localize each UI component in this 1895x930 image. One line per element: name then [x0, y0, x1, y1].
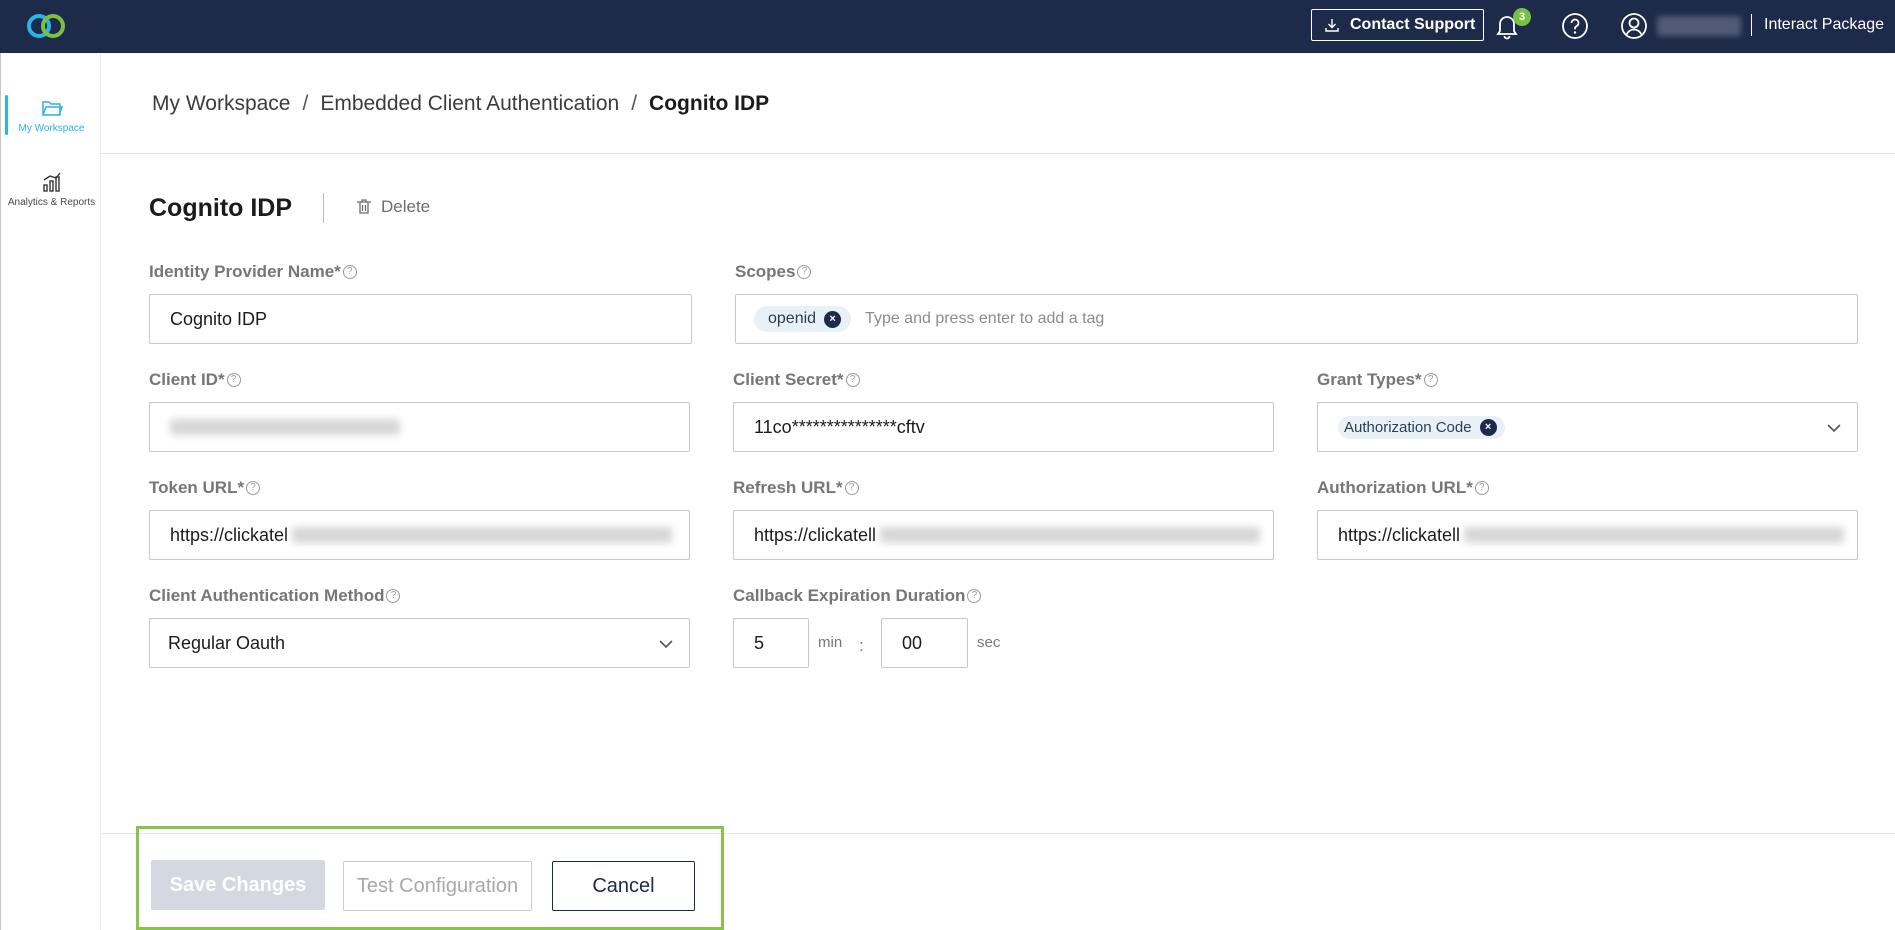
help-tooltip-icon[interactable]: ?: [226, 373, 241, 387]
grant-types-label: Grant Types*?: [1317, 370, 1438, 390]
refresh-url-redacted: [880, 527, 1261, 543]
client-secret-label: Client Secret*?: [733, 370, 860, 390]
help-tooltip-icon[interactable]: ?: [1423, 373, 1438, 387]
callback-expiration-label-text: Callback Expiration Duration: [733, 586, 966, 605]
callback-minutes-value: 5: [754, 632, 765, 653]
client-auth-method-label-text: Client Authentication Method: [149, 586, 385, 605]
folder-icon: [41, 101, 63, 116]
breadcrumb-item-embedded-auth[interactable]: Embedded Client Authentication: [320, 92, 619, 116]
help-tooltip-icon[interactable]: ?: [1474, 481, 1489, 495]
idp-name-value: Cognito IDP: [170, 308, 268, 329]
client-id-input[interactable]: [149, 402, 690, 452]
analytics-chart-icon: [42, 172, 61, 192]
cancel-button[interactable]: Cancel: [552, 861, 695, 911]
scopes-placeholder: Type and press enter to add a tag: [865, 310, 1105, 327]
scopes-label: Scopes?: [735, 262, 812, 282]
save-changes-button[interactable]: Save Changes: [151, 860, 325, 910]
help-tooltip-icon[interactable]: ?: [844, 481, 859, 495]
authorization-url-label-text: Authorization URL*: [1317, 478, 1473, 497]
client-auth-method-select[interactable]: Regular Oauth: [149, 618, 690, 668]
callback-seconds-input[interactable]: 00: [881, 618, 968, 668]
authorization-url-label: Authorization URL*?: [1317, 478, 1489, 498]
token-url-label-text: Token URL*: [149, 478, 245, 497]
user-avatar-icon[interactable]: [1620, 12, 1648, 40]
client-secret-value: 11co***************cftv: [754, 416, 925, 437]
package-label[interactable]: Interact Package: [1764, 16, 1884, 34]
remove-tag-icon[interactable]: ×: [824, 310, 842, 328]
delete-icon: [357, 199, 371, 214]
help-tooltip-icon[interactable]: ?: [797, 265, 812, 279]
scope-tag: openid ×: [754, 306, 852, 332]
username-redacted[interactable]: [1657, 16, 1741, 36]
token-url-redacted: [292, 527, 673, 543]
scopes-tag-input[interactable]: openid × Type and press enter to add a t…: [735, 294, 1858, 344]
nav-workspace-label: My Workspace: [18, 123, 85, 134]
nav-analytics-label: Analytics & Reports: [7, 197, 96, 208]
client-secret-input[interactable]: 11co***************cftv: [733, 402, 1274, 452]
page-title: Cognito IDP: [149, 194, 293, 222]
delete-button[interactable]: Delete: [355, 197, 430, 217]
help-tooltip-icon[interactable]: ?: [845, 373, 860, 387]
app-logo-icon[interactable]: [24, 12, 68, 40]
breadcrumb-separator: /: [302, 92, 309, 115]
help-tooltip-icon[interactable]: ?: [342, 265, 357, 279]
token-url-label: Token URL*?: [149, 478, 261, 498]
scope-tag-label: openid: [768, 310, 817, 327]
breadcrumb-item-workspace[interactable]: My Workspace: [152, 92, 290, 116]
help-tooltip-icon[interactable]: ?: [246, 481, 261, 495]
authorization-url-redacted: [1464, 527, 1845, 543]
help-icon[interactable]: [1561, 12, 1589, 40]
test-configuration-button[interactable]: Test Configuration: [343, 861, 532, 911]
help-tooltip-icon[interactable]: ?: [967, 589, 982, 603]
grant-type-tag: Authorization Code ×: [1338, 415, 1505, 439]
top-bar: Contact Support 3 Interact Package: [0, 0, 1895, 53]
refresh-url-label: Refresh URL*?: [733, 478, 859, 498]
idp-name-label: Identity Provider Name*?: [149, 262, 357, 282]
client-auth-method-label: Client Authentication Method?: [149, 586, 401, 606]
breadcrumb: My Workspace / Embedded Client Authentic…: [152, 92, 769, 116]
callback-seconds-value: 00: [902, 632, 923, 653]
refresh-url-input[interactable]: https://clickatell: [733, 510, 1274, 560]
client-auth-method-value: Regular Oauth: [168, 632, 286, 653]
token-url-input[interactable]: https://clickatel: [149, 510, 690, 560]
breadcrumb-current: Cognito IDP: [649, 92, 770, 115]
grant-types-select[interactable]: Authorization Code ×: [1317, 402, 1858, 452]
client-secret-label-text: Client Secret*: [733, 370, 844, 389]
remove-tag-icon[interactable]: ×: [1479, 418, 1497, 436]
contact-support-label: Contact Support: [1350, 16, 1476, 33]
client-id-redacted-value: [170, 419, 400, 435]
title-divider: [323, 193, 324, 223]
download-icon: [1325, 19, 1339, 32]
breadcrumb-separator: /: [631, 92, 638, 115]
grant-types-label-text: Grant Types*: [1317, 370, 1422, 389]
refresh-url-label-text: Refresh URL*: [733, 478, 843, 497]
refresh-url-value: https://clickatell: [754, 524, 877, 545]
seconds-unit: sec: [977, 634, 1001, 651]
grant-type-tag-label: Authorization Code: [1344, 418, 1472, 436]
client-id-label: Client ID*?: [149, 370, 241, 390]
chevron-down-icon[interactable]: [1825, 419, 1843, 437]
idp-name-label-text: Identity Provider Name*: [149, 262, 341, 281]
time-separator: :: [859, 636, 864, 655]
nav-item-analytics[interactable]: Analytics & Reports: [1, 171, 102, 209]
authorization-url-value: https://clickatell: [1338, 524, 1461, 545]
authorization-url-input[interactable]: https://clickatell: [1317, 510, 1858, 560]
idp-name-input[interactable]: Cognito IDP: [149, 294, 692, 344]
token-url-value: https://clickatel: [170, 524, 289, 545]
chevron-down-icon[interactable]: [657, 635, 675, 653]
contact-support-button[interactable]: Contact Support: [1311, 9, 1484, 41]
scopes-label-text: Scopes: [735, 262, 796, 281]
header-divider: [101, 153, 1895, 154]
client-id-label-text: Client ID*: [149, 370, 225, 389]
nav-item-my-workspace[interactable]: My Workspace: [1, 97, 102, 134]
delete-label: Delete: [381, 197, 431, 216]
help-tooltip-icon[interactable]: ?: [386, 589, 401, 603]
minutes-unit: min: [818, 634, 843, 651]
topbar-divider: [1751, 14, 1752, 36]
callback-expiration-label: Callback Expiration Duration?: [733, 586, 982, 606]
notification-count-badge: 3: [1513, 8, 1531, 26]
callback-minutes-input[interactable]: 5: [733, 618, 809, 668]
left-nav: My Workspace Analytics & Reports: [0, 53, 101, 930]
